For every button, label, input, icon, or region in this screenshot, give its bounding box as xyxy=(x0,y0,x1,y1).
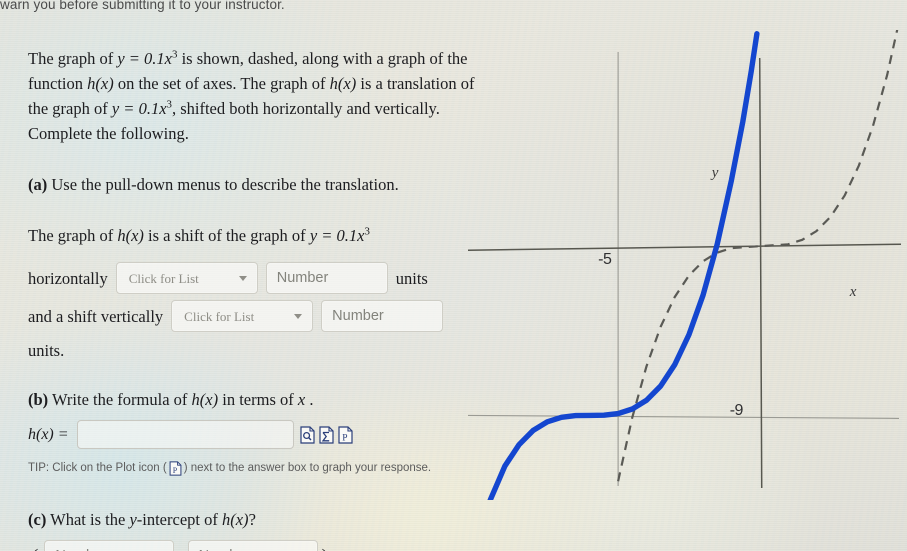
part-b-label: (b) xyxy=(28,390,49,409)
chevron-down-icon xyxy=(238,276,247,281)
plot-icon: P xyxy=(169,461,182,476)
part-c-hx: h(x) xyxy=(221,510,249,529)
part-c-block: (c) What is the y-intercept of h(x)? ( N… xyxy=(28,507,483,551)
horizontal-direction-dropdown[interactable]: Click for List xyxy=(115,262,258,294)
y-intercept-x-input[interactable]: Number xyxy=(44,540,175,551)
tip-text-1: TIP: Click on the Plot icon ( xyxy=(28,462,167,474)
part-c-text-1: What is the xyxy=(46,510,130,529)
part-b-text-1: Write the formula of xyxy=(48,390,192,409)
part-b-block: (b) Write the formula of h(x) in terms o… xyxy=(28,387,483,481)
part-c-text-3: ? xyxy=(248,510,256,529)
intro-hx-2: h(x) xyxy=(329,74,357,93)
y-intercept-y-placeholder: Number xyxy=(189,544,251,551)
vertical-units-placeholder: Number xyxy=(332,307,384,324)
intro-text-3: on the set of axes. The graph of xyxy=(113,74,330,93)
formula-answer-input[interactable] xyxy=(76,420,294,449)
part-a-statement: The graph of h(x) is a shift of the grap… xyxy=(28,223,483,248)
part-c-answer-row: ( Number , Number ) xyxy=(28,540,483,551)
function-graph: y x -5 -9 xyxy=(468,30,907,500)
part-c-y: y xyxy=(129,510,137,529)
y-intercept-y-input[interactable]: Number xyxy=(187,540,318,551)
hx-equals-label: h(x) = xyxy=(28,426,69,443)
top-partial-text: warn you before submitting it to your in… xyxy=(0,0,285,12)
part-b-answer-row: h(x) = P xyxy=(28,420,483,449)
x-axis xyxy=(468,243,902,251)
stmt-equation-exponent: 3 xyxy=(364,225,370,238)
y-axis xyxy=(758,57,763,489)
vertically-label: and a shift vertically xyxy=(28,306,164,326)
units-label-vertical: units. xyxy=(28,341,65,360)
stmt-equation: y = 0.1x xyxy=(309,226,365,245)
close-paren: ) xyxy=(322,544,328,551)
part-c-prompt: (c) What is the y-intercept of h(x)? xyxy=(28,507,483,532)
vertical-direction-dropdown[interactable]: Click for List xyxy=(171,300,314,332)
part-b-tip: TIP: Click on the Plot icon ( P ) next t… xyxy=(28,456,483,481)
problem-statement: The graph of y = 0.1x3 is shown, dashed,… xyxy=(28,46,483,146)
vertical-direction-dropdown-value: Click for List xyxy=(184,308,255,324)
gridline-horizontal-y-minus9 xyxy=(468,414,900,419)
part-c-text-2: -intercept of xyxy=(136,510,222,529)
part-b-prompt: (b) Write the formula of h(x) in terms o… xyxy=(28,387,483,412)
preview-icon[interactable] xyxy=(299,425,315,444)
part-b-text-3: . xyxy=(305,390,314,409)
answer-tools-icon-strip: P xyxy=(299,425,353,444)
tip-text-2: ) next to the answer box to graph your r… xyxy=(183,462,432,474)
y-intercept-x-placeholder: Number xyxy=(45,544,107,551)
stmt-hx: h(x) xyxy=(117,226,144,245)
svg-text:P: P xyxy=(172,466,177,475)
intro-equation-1: y = 0.1x xyxy=(117,49,172,68)
intro-equation-2: y = 0.1x xyxy=(111,99,167,118)
horizontal-shift-row: horizontally Click for List Number units xyxy=(28,262,483,294)
units-trailing-row: units. xyxy=(28,338,483,363)
screenshot-page: warn you before submitting it to your in… xyxy=(0,0,907,551)
sigma-icon[interactable] xyxy=(318,425,334,444)
part-a-prompt: (a) Use the pull-down menus to describe … xyxy=(28,172,483,197)
curve-hx-solid xyxy=(487,31,760,500)
plot-icon[interactable]: P xyxy=(337,425,353,444)
part-a-label: (a) xyxy=(28,175,48,194)
open-paren: ( xyxy=(32,544,38,551)
x-axis-label: x xyxy=(849,284,857,301)
horizontal-units-placeholder: Number xyxy=(276,269,329,286)
vertical-units-input[interactable]: Number xyxy=(321,300,444,332)
part-b-text-2: in terms of xyxy=(218,390,298,409)
graph-canvas xyxy=(468,30,902,500)
problem-column: The graph of y = 0.1x3 is shown, dashed,… xyxy=(28,46,483,551)
part-b-hx: h(x) xyxy=(191,390,219,409)
part-a-prompt-text: Use the pull-down menus to describe the … xyxy=(47,175,399,194)
y-tick-label-minus9: -9 xyxy=(729,402,744,420)
vertical-shift-row: and a shift vertically Click for List Nu… xyxy=(28,300,483,332)
coordinate-comma: , xyxy=(178,541,182,551)
chevron-down-icon xyxy=(294,314,303,319)
y-axis-label: y xyxy=(711,165,719,181)
intro-hx-1: h(x) xyxy=(87,74,114,93)
intro-text-1: The graph of xyxy=(28,49,118,68)
stmt-text-2: is a shift of the graph of xyxy=(143,226,310,245)
stmt-text-1: The graph of xyxy=(28,226,118,245)
horizontal-units-input[interactable]: Number xyxy=(265,262,388,294)
horizontally-label: horizontally xyxy=(28,268,108,288)
horizontal-direction-dropdown-value: Click for List xyxy=(128,270,199,286)
x-tick-label-minus5: -5 xyxy=(598,251,612,269)
units-label-horizontal: units xyxy=(395,268,428,288)
part-c-label: (c) xyxy=(28,510,47,529)
svg-text:P: P xyxy=(342,433,347,443)
